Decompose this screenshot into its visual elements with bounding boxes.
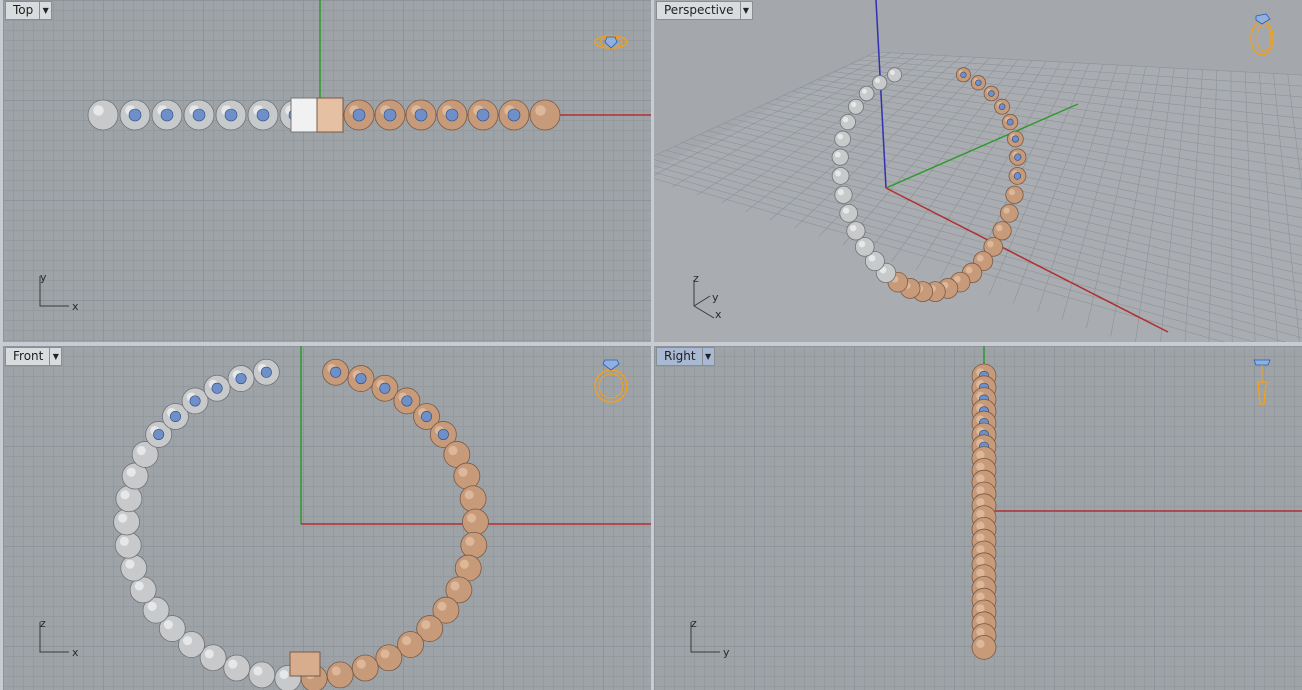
clasp [289, 651, 321, 677]
bead [848, 98, 864, 115]
bead [343, 99, 375, 131]
viewport-front[interactable]: Front ▼ z x [3, 346, 651, 690]
bracelet-right-view [971, 363, 997, 660]
axis-label-x: x [72, 646, 79, 659]
bead [467, 99, 499, 131]
bead [151, 99, 183, 131]
bead [1007, 130, 1024, 148]
ring-widget-icon [1253, 359, 1271, 405]
bead [215, 99, 247, 131]
bead [498, 99, 530, 131]
bead [223, 654, 251, 682]
viewport-tab-right[interactable]: Right ▼ [656, 347, 715, 366]
clasp-silver [290, 97, 318, 133]
axis-label-x: x [715, 308, 722, 321]
bead [453, 462, 481, 490]
bead [887, 67, 903, 83]
axis-label-z: z [693, 272, 699, 285]
bead [992, 221, 1012, 241]
bead [460, 531, 488, 559]
front-scene: z x [39, 346, 651, 690]
bead [322, 358, 350, 386]
right-scene: z y [690, 346, 1302, 660]
bead [203, 374, 231, 402]
bead [374, 99, 406, 131]
bead [834, 185, 853, 204]
bead [371, 374, 399, 402]
bead [839, 203, 859, 223]
bead [252, 358, 280, 386]
bead [120, 554, 148, 582]
axis-triad-icon: z x [39, 617, 79, 659]
perspective-scene: z y x [654, 0, 1302, 342]
axis-label-z: z [691, 617, 697, 630]
bead [955, 67, 971, 83]
viewport-title: Front [13, 349, 44, 363]
ring-widget-icon [594, 359, 628, 403]
bead [1008, 167, 1027, 185]
bead [247, 99, 279, 131]
viewport-top[interactable]: Top ▼ y x [3, 0, 651, 342]
bracelet-top-view [87, 97, 561, 133]
top-scene: y x [39, 0, 651, 313]
chevron-down-icon[interactable]: ▼ [701, 348, 714, 365]
axis-label-z: z [40, 617, 46, 630]
bead [831, 148, 849, 166]
chevron-down-icon[interactable]: ▼ [39, 2, 51, 19]
chevron-down-icon[interactable]: ▼ [739, 2, 752, 19]
viewport-tab-front[interactable]: Front ▼ [5, 347, 63, 366]
viewport-tab-top[interactable]: Top ▼ [5, 1, 53, 20]
bead [994, 98, 1010, 115]
bead [227, 365, 255, 392]
bead [1009, 148, 1027, 166]
viewport-perspective[interactable]: Perspective ▼ z y x [654, 0, 1302, 342]
bead [326, 661, 354, 689]
bead [854, 237, 875, 257]
viewport-title: Perspective [664, 3, 734, 17]
bead [114, 531, 142, 559]
bead [529, 99, 561, 131]
bead [119, 99, 151, 131]
bead [831, 167, 850, 185]
bead [1002, 113, 1019, 131]
bead [462, 508, 489, 536]
axis-triad-icon: z y [690, 617, 730, 659]
axis-label-x: x [72, 300, 79, 313]
bead [858, 85, 875, 102]
clasp-rose [316, 97, 344, 133]
viewport-tab-perspective[interactable]: Perspective ▼ [656, 1, 753, 20]
bead [181, 387, 209, 415]
ring-widget-icon [594, 35, 628, 49]
viewport-title: Right [664, 349, 696, 363]
axis-label-y: y [712, 291, 719, 304]
bead [375, 644, 403, 672]
bead [248, 661, 276, 689]
bead [183, 99, 215, 131]
bead [983, 85, 1000, 102]
bead [846, 221, 866, 241]
bead [970, 75, 986, 91]
viewport-title: Top [13, 3, 34, 17]
bead [872, 75, 888, 91]
bead [999, 203, 1019, 223]
bead [405, 99, 437, 131]
ring-widget-icon [1250, 13, 1274, 56]
bead [115, 485, 143, 513]
chevron-down-icon[interactable]: ▼ [49, 348, 61, 365]
perspective-grid-plane [654, 51, 1302, 342]
viewport-right[interactable]: Right ▼ z y [654, 346, 1302, 690]
bead [436, 99, 468, 131]
bead [113, 508, 140, 536]
bead [87, 99, 119, 131]
axis-triad-icon: y x [39, 271, 79, 313]
bead [347, 365, 375, 392]
bead [971, 634, 997, 660]
bead [351, 654, 379, 682]
bead [459, 485, 487, 513]
axis-label-y: y [40, 271, 47, 284]
bead [834, 130, 851, 148]
axis-label-y: y [723, 646, 730, 659]
bead [1005, 185, 1024, 204]
bead [839, 113, 856, 131]
